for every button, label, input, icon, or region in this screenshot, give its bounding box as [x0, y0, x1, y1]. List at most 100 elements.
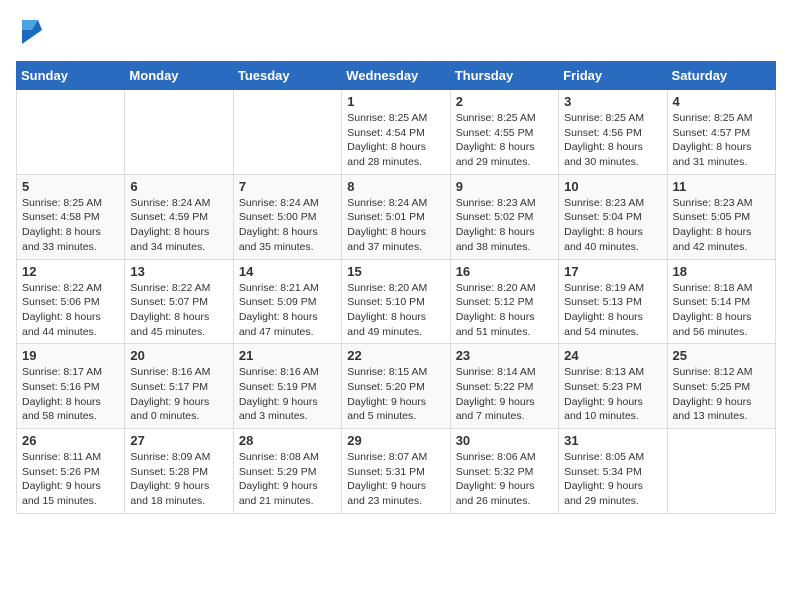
day-info: Sunrise: 8:23 AM Sunset: 5:02 PM Dayligh… — [456, 196, 553, 255]
col-header-sunday: Sunday — [17, 62, 125, 90]
day-number: 2 — [456, 94, 553, 109]
day-info: Sunrise: 8:12 AM Sunset: 5:25 PM Dayligh… — [673, 365, 770, 424]
day-number: 14 — [239, 264, 336, 279]
day-number: 18 — [673, 264, 770, 279]
day-number: 8 — [347, 179, 444, 194]
day-number: 15 — [347, 264, 444, 279]
calendar-cell: 9 Sunrise: 8:23 AM Sunset: 5:02 PM Daylig… — [450, 174, 558, 259]
page-header — [16, 16, 776, 49]
calendar-cell: 2 Sunrise: 8:25 AM Sunset: 4:55 PM Daylig… — [450, 90, 558, 175]
col-header-thursday: Thursday — [450, 62, 558, 90]
calendar-cell: 21Sunrise: 8:16 AM Sunset: 5:19 PM Dayli… — [233, 344, 341, 429]
calendar-cell: 17 Sunrise: 8:19 AM Sunset: 5:13 PM Dayli… — [559, 259, 667, 344]
day-info: Sunrise: 8:25 AM Sunset: 4:57 PM Dayligh… — [673, 111, 770, 170]
day-number: 17 — [564, 264, 661, 279]
calendar-week-3: 12 Sunrise: 8:22 AM Sunset: 5:06 PM Dayli… — [17, 259, 776, 344]
calendar-week-2: 5 Sunrise: 8:25 AM Sunset: 4:58 PM Daylig… — [17, 174, 776, 259]
calendar-cell: 15 Sunrise: 8:20 AM Sunset: 5:10 PM Dayli… — [342, 259, 450, 344]
day-number: 28 — [239, 433, 336, 448]
calendar-cell: 26 Sunrise: 8:11 AM Sunset: 5:26 PM Dayli… — [17, 429, 125, 514]
day-number: 10 — [564, 179, 661, 194]
calendar-cell: 4 Sunrise: 8:25 AM Sunset: 4:57 PM Daylig… — [667, 90, 775, 175]
day-number: 22 — [347, 348, 444, 363]
day-number: 19 — [22, 348, 119, 363]
day-number: 23 — [456, 348, 553, 363]
col-header-saturday: Saturday — [667, 62, 775, 90]
day-info: Sunrise: 8:23 AM Sunset: 5:04 PM Dayligh… — [564, 196, 661, 255]
col-header-monday: Monday — [125, 62, 233, 90]
day-info: Sunrise: 8:14 AM Sunset: 5:22 PM Dayligh… — [456, 365, 553, 424]
day-number: 27 — [130, 433, 227, 448]
calendar-cell: 28 Sunrise: 8:08 AM Sunset: 5:29 PM Dayli… — [233, 429, 341, 514]
day-number: 6 — [130, 179, 227, 194]
day-info: Sunrise: 8:24 AM Sunset: 5:01 PM Dayligh… — [347, 196, 444, 255]
col-header-friday: Friday — [559, 62, 667, 90]
day-number: 9 — [456, 179, 553, 194]
day-info: Sunrise: 8:21 AM Sunset: 5:09 PM Dayligh… — [239, 281, 336, 340]
day-info: Sunrise: 8:25 AM Sunset: 4:54 PM Dayligh… — [347, 111, 444, 170]
day-number: 20 — [130, 348, 227, 363]
calendar-header-row: SundayMondayTuesdayWednesdayThursdayFrid… — [17, 62, 776, 90]
day-info: Sunrise: 8:13 AM Sunset: 5:23 PM Dayligh… — [564, 365, 661, 424]
calendar-week-1: 1 Sunrise: 8:25 AM Sunset: 4:54 PM Daylig… — [17, 90, 776, 175]
calendar-cell: 1 Sunrise: 8:25 AM Sunset: 4:54 PM Daylig… — [342, 90, 450, 175]
day-info: Sunrise: 8:22 AM Sunset: 5:07 PM Dayligh… — [130, 281, 227, 340]
day-info: Sunrise: 8:25 AM Sunset: 4:58 PM Dayligh… — [22, 196, 119, 255]
calendar-cell: 29Sunrise: 8:07 AM Sunset: 5:31 PM Dayli… — [342, 429, 450, 514]
day-info: Sunrise: 8:20 AM Sunset: 5:10 PM Dayligh… — [347, 281, 444, 340]
day-info: Sunrise: 8:08 AM Sunset: 5:29 PM Dayligh… — [239, 450, 336, 509]
day-info: Sunrise: 8:07 AM Sunset: 5:31 PM Dayligh… — [347, 450, 444, 509]
calendar-cell — [125, 90, 233, 175]
calendar-table: SundayMondayTuesdayWednesdayThursdayFrid… — [16, 61, 776, 514]
day-number: 26 — [22, 433, 119, 448]
day-info: Sunrise: 8:06 AM Sunset: 5:32 PM Dayligh… — [456, 450, 553, 509]
calendar-cell: 20Sunrise: 8:16 AM Sunset: 5:17 PM Dayli… — [125, 344, 233, 429]
day-info: Sunrise: 8:16 AM Sunset: 5:19 PM Dayligh… — [239, 365, 336, 424]
calendar-cell: 31Sunrise: 8:05 AM Sunset: 5:34 PM Dayli… — [559, 429, 667, 514]
calendar-cell: 16 Sunrise: 8:20 AM Sunset: 5:12 PM Dayli… — [450, 259, 558, 344]
calendar-cell: 18 Sunrise: 8:18 AM Sunset: 5:14 PM Dayli… — [667, 259, 775, 344]
calendar-cell: 3 Sunrise: 8:25 AM Sunset: 4:56 PM Daylig… — [559, 90, 667, 175]
day-info: Sunrise: 8:15 AM Sunset: 5:20 PM Dayligh… — [347, 365, 444, 424]
calendar-cell: 8 Sunrise: 8:24 AM Sunset: 5:01 PM Daylig… — [342, 174, 450, 259]
day-info: Sunrise: 8:24 AM Sunset: 5:00 PM Dayligh… — [239, 196, 336, 255]
col-header-wednesday: Wednesday — [342, 62, 450, 90]
calendar-cell: 19 Sunrise: 8:17 AM Sunset: 5:16 PM Dayli… — [17, 344, 125, 429]
calendar-cell — [17, 90, 125, 175]
calendar-cell: 23 Sunrise: 8:14 AM Sunset: 5:22 PM Dayli… — [450, 344, 558, 429]
day-info: Sunrise: 8:22 AM Sunset: 5:06 PM Dayligh… — [22, 281, 119, 340]
calendar-cell: 7 Sunrise: 8:24 AM Sunset: 5:00 PM Daylig… — [233, 174, 341, 259]
day-number: 5 — [22, 179, 119, 194]
day-number: 31 — [564, 433, 661, 448]
day-number: 4 — [673, 94, 770, 109]
day-number: 7 — [239, 179, 336, 194]
calendar-week-5: 26 Sunrise: 8:11 AM Sunset: 5:26 PM Dayli… — [17, 429, 776, 514]
calendar-cell: 11 Sunrise: 8:23 AM Sunset: 5:05 PM Dayli… — [667, 174, 775, 259]
day-number: 3 — [564, 94, 661, 109]
calendar-cell: 12 Sunrise: 8:22 AM Sunset: 5:06 PM Dayli… — [17, 259, 125, 344]
calendar-cell: 25 Sunrise: 8:12 AM Sunset: 5:25 PM Dayli… — [667, 344, 775, 429]
calendar-cell: 24Sunrise: 8:13 AM Sunset: 5:23 PM Dayli… — [559, 344, 667, 429]
day-info: Sunrise: 8:19 AM Sunset: 5:13 PM Dayligh… — [564, 281, 661, 340]
day-info: Sunrise: 8:11 AM Sunset: 5:26 PM Dayligh… — [22, 450, 119, 509]
day-number: 11 — [673, 179, 770, 194]
day-info: Sunrise: 8:17 AM Sunset: 5:16 PM Dayligh… — [22, 365, 119, 424]
day-info: Sunrise: 8:20 AM Sunset: 5:12 PM Dayligh… — [456, 281, 553, 340]
day-info: Sunrise: 8:23 AM Sunset: 5:05 PM Dayligh… — [673, 196, 770, 255]
calendar-cell: 5 Sunrise: 8:25 AM Sunset: 4:58 PM Daylig… — [17, 174, 125, 259]
calendar-cell: 27Sunrise: 8:09 AM Sunset: 5:28 PM Dayli… — [125, 429, 233, 514]
day-number: 13 — [130, 264, 227, 279]
day-info: Sunrise: 8:25 AM Sunset: 4:56 PM Dayligh… — [564, 111, 661, 170]
day-number: 1 — [347, 94, 444, 109]
day-info: Sunrise: 8:25 AM Sunset: 4:55 PM Dayligh… — [456, 111, 553, 170]
calendar-cell: 13 Sunrise: 8:22 AM Sunset: 5:07 PM Dayli… — [125, 259, 233, 344]
calendar-cell: 14 Sunrise: 8:21 AM Sunset: 5:09 PM Dayli… — [233, 259, 341, 344]
day-number: 12 — [22, 264, 119, 279]
calendar-cell: 10 Sunrise: 8:23 AM Sunset: 5:04 PM Dayli… — [559, 174, 667, 259]
day-number: 16 — [456, 264, 553, 279]
col-header-tuesday: Tuesday — [233, 62, 341, 90]
day-number: 25 — [673, 348, 770, 363]
logo-icon — [18, 16, 42, 44]
calendar-cell: 22 Sunrise: 8:15 AM Sunset: 5:20 PM Dayli… — [342, 344, 450, 429]
day-info: Sunrise: 8:18 AM Sunset: 5:14 PM Dayligh… — [673, 281, 770, 340]
